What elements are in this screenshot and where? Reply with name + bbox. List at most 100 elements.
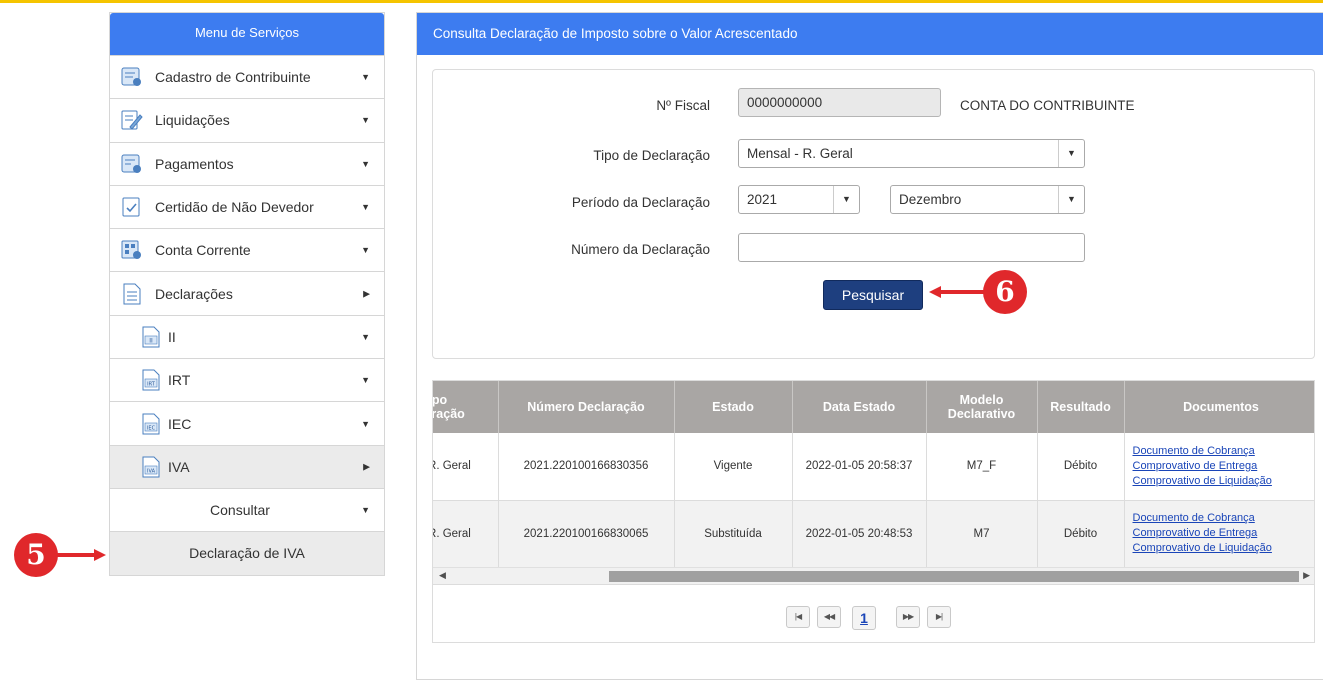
caret-down-icon: ▼ xyxy=(361,245,370,256)
table-row: - R. Geral 2021.220100166830356 Vigente … xyxy=(433,433,1314,501)
cell-numero: 2021.220100166830065 xyxy=(498,500,675,568)
search-button[interactable]: Pesquisar xyxy=(823,280,923,310)
link-documento-cobranca[interactable]: Documento de Cobrança xyxy=(1133,444,1314,459)
caret-right-icon: ▶ xyxy=(363,288,370,299)
first-page-icon[interactable]: |◀ xyxy=(786,606,810,628)
year-select[interactable]: 2021 ▼ xyxy=(738,185,860,214)
menu-item-declaracoes[interactable]: Declarações ▶ xyxy=(110,271,384,314)
year-value: 2021 xyxy=(747,192,778,207)
cell-documentos: Documento de Cobrança Comprovativo de En… xyxy=(1124,433,1314,501)
menu-item-label: IEC xyxy=(168,415,192,432)
menu-item-iva[interactable]: IVA IVA ▶ xyxy=(110,444,384,488)
caret-down-icon: ▼ xyxy=(361,202,370,213)
menu-item-consultar[interactable]: Consultar ▼ xyxy=(110,487,384,531)
caret-down-icon: ▼ xyxy=(833,186,859,213)
menu-item-label: Declarações xyxy=(155,285,233,302)
menu-item-label: IVA xyxy=(168,458,190,475)
caret-down-icon: ▼ xyxy=(1058,140,1084,167)
col-data-estado[interactable]: Data Estado xyxy=(792,381,927,433)
registry-icon xyxy=(121,66,143,88)
menu-item-irt[interactable]: IRT IRT ▼ xyxy=(110,358,384,401)
scrollbar-thumb[interactable] xyxy=(609,571,1299,582)
arrow-left-icon xyxy=(929,286,989,298)
menu-item-label: Pagamentos xyxy=(155,155,234,172)
page-number-button[interactable]: 1 xyxy=(852,606,876,630)
cell-tipo: - R. Geral xyxy=(433,500,499,568)
link-comprovativo-entrega[interactable]: Comprovativo de Entrega xyxy=(1133,459,1314,474)
scroll-left-icon[interactable]: ◀ xyxy=(439,570,446,581)
col-estado[interactable]: Estado xyxy=(674,381,793,433)
menu-item-conta-corrente[interactable]: Conta Corrente ▼ xyxy=(110,228,384,271)
cell-documentos: Documento de Cobrança Comprovativo de En… xyxy=(1124,500,1314,568)
link-comprovativo-liquidacao[interactable]: Comprovativo de Liquidação xyxy=(1133,474,1314,489)
caret-down-icon: ▼ xyxy=(361,505,370,516)
nif-field: 0000000000 xyxy=(738,88,941,117)
col-resultado[interactable]: Resultado xyxy=(1037,381,1125,433)
nif-label: Nº Fiscal xyxy=(656,98,710,113)
link-comprovativo-liquidacao[interactable]: Comprovativo de Liquidação xyxy=(1133,541,1314,556)
link-comprovativo-entrega[interactable]: Comprovativo de Entrega xyxy=(1133,526,1314,541)
tipo-label: Tipo de Declaração xyxy=(593,148,710,163)
certificate-icon xyxy=(121,196,143,218)
cell-resultado: Débito xyxy=(1037,500,1125,568)
search-form: Nº Fiscal 0000000000 CONTA DO CONTRIBUIN… xyxy=(432,69,1315,359)
pagination: |◀ ◀◀ 1 ▶▶ ▶| xyxy=(433,584,1314,642)
services-menu-title: Menu de Serviços xyxy=(110,13,384,55)
tax-ii-icon: II xyxy=(140,326,162,348)
menu-item-label: Certidão de Não Devedor xyxy=(155,199,314,216)
nif-value: 0000000000 xyxy=(747,95,823,110)
tax-iec-icon: IEC xyxy=(140,413,162,435)
link-documento-cobranca[interactable]: Documento de Cobrança xyxy=(1133,511,1314,526)
caret-down-icon: ▼ xyxy=(361,72,370,83)
cell-modelo: M7_F xyxy=(926,433,1038,501)
col-numero[interactable]: Número Declaração xyxy=(498,381,675,433)
cell-estado: Vigente xyxy=(674,433,793,501)
month-select[interactable]: Dezembro ▼ xyxy=(890,185,1085,214)
menu-item-liquidacoes[interactable]: Liquidações ▼ xyxy=(110,98,384,141)
numero-label: Número da Declaração xyxy=(571,242,710,257)
cell-tipo: - R. Geral xyxy=(433,433,499,501)
menu-item-certidao[interactable]: Certidão de Não Devedor ▼ xyxy=(110,184,384,228)
cell-data: 2022-01-05 20:58:37 xyxy=(792,433,927,501)
step-5-badge: 5 xyxy=(14,533,58,577)
payments-icon xyxy=(121,153,143,175)
last-page-icon[interactable]: ▶| xyxy=(927,606,951,628)
col-tipo[interactable]: Tipo laração xyxy=(433,381,499,433)
caret-down-icon: ▼ xyxy=(361,158,370,169)
declarations-icon xyxy=(121,283,143,305)
svg-text:II: II xyxy=(149,337,153,344)
menu-item-label: Cadastro de Contribuinte xyxy=(155,69,311,86)
horizontal-scrollbar[interactable]: ◀ ▶ xyxy=(433,567,1314,584)
previous-page-icon[interactable]: ◀◀ xyxy=(817,606,841,628)
next-page-icon[interactable]: ▶▶ xyxy=(896,606,920,628)
account-icon xyxy=(121,239,143,261)
tipo-value: Mensal - R. Geral xyxy=(747,146,853,161)
caret-down-icon: ▼ xyxy=(361,418,370,429)
numero-input[interactable] xyxy=(738,233,1085,262)
menu-item-ii[interactable]: II II ▼ xyxy=(110,314,384,358)
tax-iva-icon: IVA xyxy=(140,456,162,478)
scroll-right-icon[interactable]: ▶ xyxy=(1303,570,1310,581)
tipo-select[interactable]: Mensal - R. Geral ▼ xyxy=(738,139,1085,168)
svg-text:IVA: IVA xyxy=(147,468,156,474)
col-modelo[interactable]: Modelo Declarativo xyxy=(926,381,1038,433)
month-value: Dezembro xyxy=(899,192,962,207)
taxpayer-name: CONTA DO CONTRIBUINTE xyxy=(960,98,1135,113)
menu-item-declaracao-iva[interactable]: Declaração de IVA xyxy=(110,531,384,575)
col-documentos[interactable]: Documentos xyxy=(1124,381,1314,433)
caret-down-icon: ▼ xyxy=(1058,186,1084,213)
arrow-right-icon xyxy=(56,549,106,561)
periodo-label: Período da Declaração xyxy=(571,195,710,210)
menu-item-iec[interactable]: IEC IEC ▼ xyxy=(110,401,384,444)
caret-right-icon: ▶ xyxy=(363,461,370,472)
cell-data: 2022-01-05 20:48:53 xyxy=(792,500,927,568)
cell-resultado: Débito xyxy=(1037,433,1125,501)
edit-document-icon xyxy=(121,109,143,131)
menu-item-cadastro[interactable]: Cadastro de Contribuinte ▼ xyxy=(110,55,384,98)
menu-item-pagamentos[interactable]: Pagamentos ▼ xyxy=(110,141,384,185)
cell-modelo: M7 xyxy=(926,500,1038,568)
caret-down-icon: ▼ xyxy=(361,331,370,342)
menu-item-label: II xyxy=(168,328,176,345)
main-panel: Consulta Declaração de Imposto sobre o V… xyxy=(416,12,1323,680)
services-menu: Menu de Serviços Cadastro de Contribuint… xyxy=(109,12,385,576)
